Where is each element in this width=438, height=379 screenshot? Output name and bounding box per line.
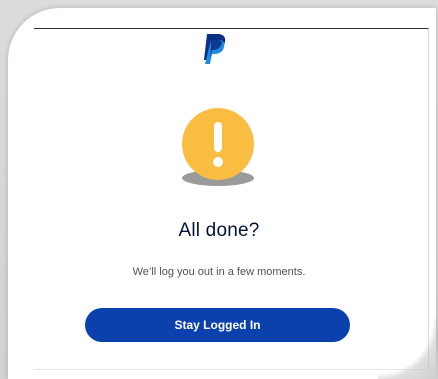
paypal-logo-icon [204,34,226,64]
warning-exclamation-icon [182,108,254,186]
corner-shadow [378,319,438,379]
dialog-message: We’ll log you out in a few moments. [132,266,306,278]
stay-logged-in-button[interactable]: Stay Logged In [85,308,350,342]
dialog-title: All done? [178,220,260,241]
